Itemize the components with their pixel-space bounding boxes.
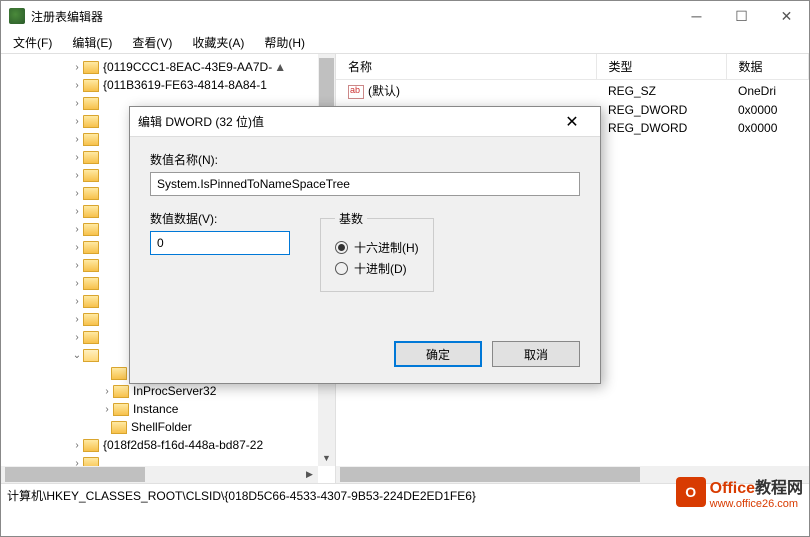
tree-item[interactable]: InProcServer32 bbox=[133, 384, 216, 398]
window-title: 注册表编辑器 bbox=[31, 8, 674, 25]
folder-icon bbox=[83, 115, 99, 128]
folder-icon bbox=[83, 259, 99, 272]
folder-icon bbox=[113, 403, 129, 416]
list-row[interactable]: (默认) REG_SZ OneDri bbox=[336, 80, 809, 102]
dialog-title: 编辑 DWORD (32 位)值 bbox=[138, 113, 552, 130]
expand-icon[interactable]: › bbox=[71, 80, 83, 91]
folder-icon bbox=[83, 61, 99, 74]
dialog-close-button[interactable]: ✕ bbox=[552, 108, 592, 136]
string-value-icon bbox=[348, 85, 364, 99]
base-fieldset: 基数 十六进制(H) 十进制(D) bbox=[320, 210, 434, 292]
folder-icon bbox=[83, 277, 99, 290]
tree-hscrollbar[interactable]: ◀▶ bbox=[1, 466, 318, 483]
folder-icon bbox=[83, 223, 99, 236]
menu-view[interactable]: 查看(V) bbox=[124, 32, 180, 53]
watermark-logo-icon: O bbox=[676, 477, 706, 507]
tree-item[interactable]: Instance bbox=[133, 402, 178, 416]
col-name[interactable]: 名称 bbox=[336, 54, 596, 80]
minimize-button[interactable]: ─ bbox=[674, 1, 719, 31]
ok-button[interactable]: 确定 bbox=[394, 341, 482, 367]
base-legend: 基数 bbox=[335, 210, 367, 227]
value-data-label: 数值数据(V): bbox=[150, 210, 290, 227]
menu-favorites[interactable]: 收藏夹(A) bbox=[184, 32, 252, 53]
folder-icon bbox=[113, 385, 129, 398]
folder-icon bbox=[83, 295, 99, 308]
col-data[interactable]: 数据 bbox=[726, 54, 809, 80]
watermark: O Office教程网 www.office26.com bbox=[676, 474, 803, 510]
tree-item[interactable]: {0119CCC1-8EAC-43E9-AA7D- bbox=[103, 60, 272, 74]
tree-item[interactable]: ShellFolder bbox=[131, 420, 192, 434]
list-header[interactable]: 名称 类型 数据 bbox=[336, 54, 809, 80]
folder-icon bbox=[83, 133, 99, 146]
menubar: 文件(F) 编辑(E) 查看(V) 收藏夹(A) 帮助(H) bbox=[1, 31, 809, 53]
maximize-button[interactable]: ☐ bbox=[719, 1, 764, 31]
close-button[interactable]: ✕ bbox=[764, 1, 809, 31]
folder-icon bbox=[83, 205, 99, 218]
radio-icon bbox=[335, 262, 348, 275]
folder-icon bbox=[83, 439, 99, 452]
folder-icon bbox=[83, 79, 99, 92]
radio-dec[interactable]: 十进制(D) bbox=[335, 260, 419, 277]
folder-icon bbox=[83, 241, 99, 254]
collapse-icon[interactable]: ⌄ bbox=[71, 350, 83, 361]
radio-hex[interactable]: 十六进制(H) bbox=[335, 239, 419, 256]
titlebar: 注册表编辑器 ─ ☐ ✕ bbox=[1, 1, 809, 31]
folder-icon bbox=[83, 169, 99, 182]
folder-icon bbox=[83, 97, 99, 110]
expand-icon[interactable]: › bbox=[71, 62, 83, 73]
menu-file[interactable]: 文件(F) bbox=[5, 32, 60, 53]
radio-icon bbox=[335, 241, 348, 254]
value-name-input[interactable] bbox=[150, 172, 580, 196]
menu-help[interactable]: 帮助(H) bbox=[256, 32, 313, 53]
folder-open-icon bbox=[83, 349, 99, 362]
edit-dword-dialog: 编辑 DWORD (32 位)值 ✕ 数值名称(N): 数值数据(V): 基数 … bbox=[129, 106, 601, 384]
col-type[interactable]: 类型 bbox=[596, 54, 726, 80]
folder-icon bbox=[111, 367, 127, 380]
value-name-label: 数值名称(N): bbox=[150, 151, 580, 168]
value-data-input[interactable] bbox=[150, 231, 290, 255]
folder-icon bbox=[83, 187, 99, 200]
folder-icon bbox=[83, 313, 99, 326]
folder-icon bbox=[111, 421, 127, 434]
dialog-titlebar[interactable]: 编辑 DWORD (32 位)值 ✕ bbox=[130, 107, 600, 137]
cancel-button[interactable]: 取消 bbox=[492, 341, 580, 367]
app-icon bbox=[9, 8, 25, 24]
folder-icon bbox=[83, 151, 99, 164]
folder-icon bbox=[83, 331, 99, 344]
tree-item[interactable]: {018f2d58-f16d-448a-bd87-22 bbox=[103, 438, 263, 452]
tree-item[interactable]: {011B3619-FE63-4814-8A84-1 bbox=[103, 78, 267, 92]
menu-edit[interactable]: 编辑(E) bbox=[64, 32, 120, 53]
